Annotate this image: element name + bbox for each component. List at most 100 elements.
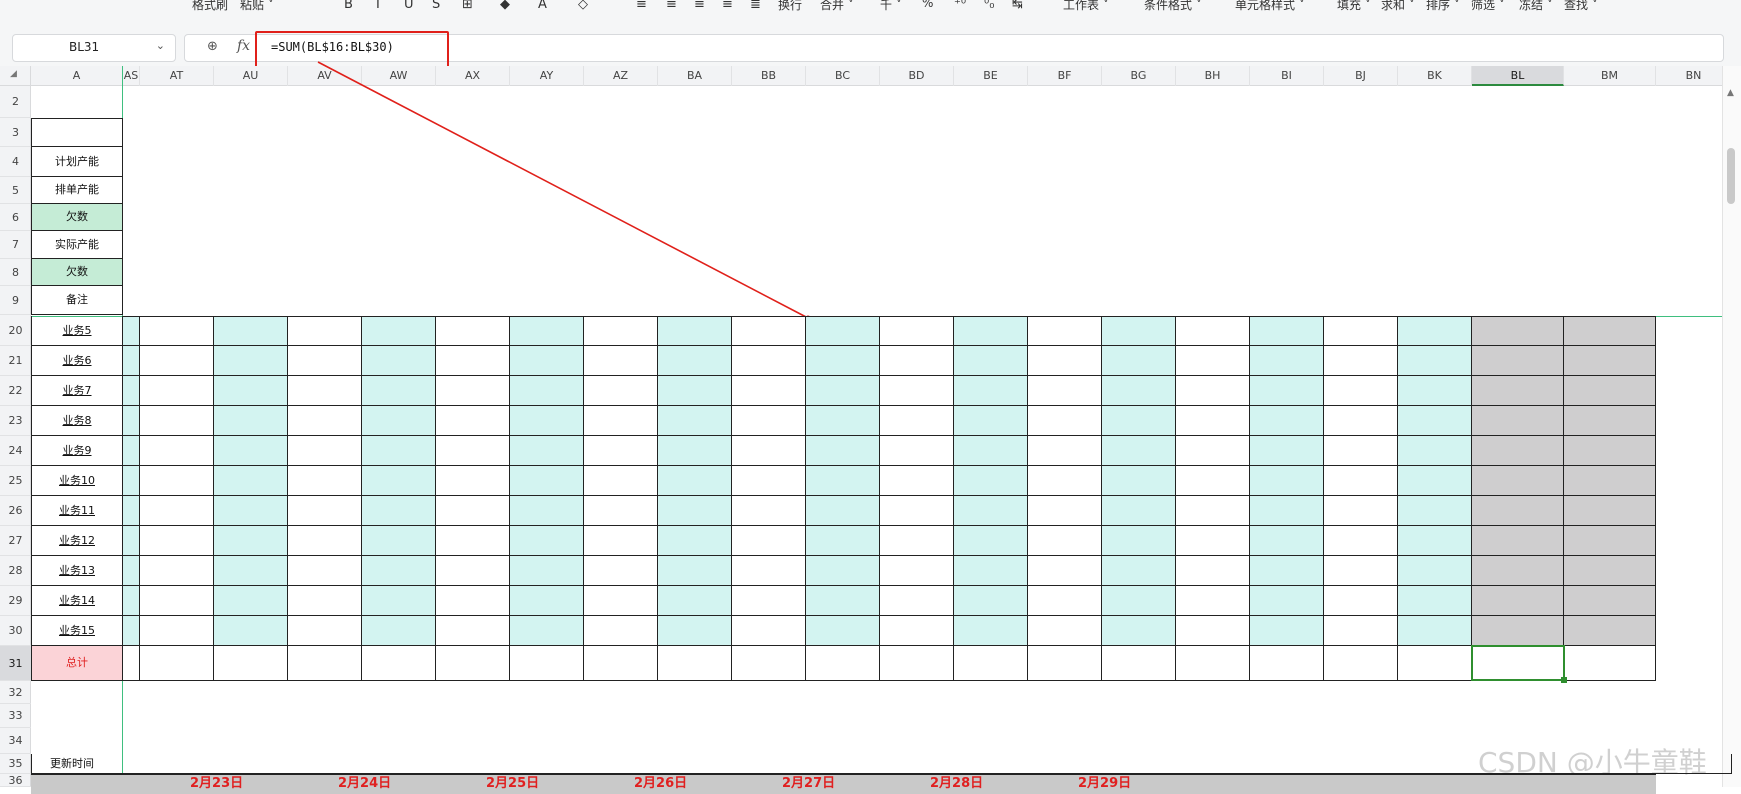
cell-BD21[interactable] <box>880 346 954 376</box>
cell-BK30[interactable] <box>1398 616 1472 646</box>
cell-BH26[interactable] <box>1176 496 1250 526</box>
cell-AZ30[interactable] <box>584 616 658 646</box>
cell-BA20[interactable] <box>658 316 732 346</box>
cell-BE30[interactable] <box>954 616 1028 646</box>
cell-BC30[interactable] <box>806 616 880 646</box>
cell-AT27[interactable] <box>140 526 214 556</box>
fill-handle[interactable] <box>1561 677 1567 683</box>
cell-AY31[interactable] <box>510 646 584 681</box>
cell-BB25[interactable] <box>732 466 806 496</box>
label-row-27[interactable]: 业务12 <box>31 526 123 556</box>
cell-BA22[interactable] <box>658 376 732 406</box>
cell-BF26[interactable] <box>1028 496 1102 526</box>
cell-AU26[interactable] <box>214 496 288 526</box>
cell-AX21[interactable] <box>436 346 510 376</box>
cell-BD26[interactable] <box>880 496 954 526</box>
cell-BK20[interactable] <box>1398 316 1472 346</box>
cell-BL23[interactable] <box>1472 406 1564 436</box>
cell-BH25[interactable] <box>1176 466 1250 496</box>
cell-AV30[interactable] <box>288 616 362 646</box>
cell-BJ29[interactable] <box>1324 586 1398 616</box>
cell-AV26[interactable] <box>288 496 362 526</box>
cell-AT26[interactable] <box>140 496 214 526</box>
label-row-21[interactable]: 业务6 <box>31 346 123 376</box>
cell-BK31[interactable] <box>1398 646 1472 681</box>
cell-BM21[interactable] <box>1564 346 1656 376</box>
cell-AX25[interactable] <box>436 466 510 496</box>
cell-AY30[interactable] <box>510 616 584 646</box>
cell-BL28[interactable] <box>1472 556 1564 586</box>
cell-BG26[interactable] <box>1102 496 1176 526</box>
cell-AY20[interactable] <box>510 316 584 346</box>
cell-BE22[interactable] <box>954 376 1028 406</box>
label-row-29[interactable]: 业务14 <box>31 586 123 616</box>
cell-AS25[interactable] <box>123 466 140 496</box>
cell-AS30[interactable] <box>123 616 140 646</box>
cell-BL29[interactable] <box>1472 586 1564 616</box>
label-row-3[interactable] <box>31 118 123 147</box>
cell-AS20[interactable] <box>123 316 140 346</box>
cell-AT20[interactable] <box>140 316 214 346</box>
cell-AV31[interactable] <box>288 646 362 681</box>
cell-BL20[interactable] <box>1472 316 1564 346</box>
cell-BC23[interactable] <box>806 406 880 436</box>
cell-BI21[interactable] <box>1250 346 1324 376</box>
cell-BG20[interactable] <box>1102 316 1176 346</box>
cell-AU20[interactable] <box>214 316 288 346</box>
cell-BE23[interactable] <box>954 406 1028 436</box>
label-row-7[interactable]: 实际产能 <box>31 231 123 259</box>
cell-AZ24[interactable] <box>584 436 658 466</box>
cell-BL30[interactable] <box>1472 616 1564 646</box>
cell-BK26[interactable] <box>1398 496 1472 526</box>
cell-BA29[interactable] <box>658 586 732 616</box>
label-row-6[interactable]: 欠数 <box>31 204 123 231</box>
cell-AS31[interactable] <box>123 646 140 681</box>
cell-AT22[interactable] <box>140 376 214 406</box>
cell-AT30[interactable] <box>140 616 214 646</box>
cell-BI22[interactable] <box>1250 376 1324 406</box>
cell-BK21[interactable] <box>1398 346 1472 376</box>
cell-BM26[interactable] <box>1564 496 1656 526</box>
cell-BA31[interactable] <box>658 646 732 681</box>
cell-BK22[interactable] <box>1398 376 1472 406</box>
label-row-8[interactable]: 欠数 <box>31 259 123 286</box>
cell-BK28[interactable] <box>1398 556 1472 586</box>
label-row-20[interactable]: 业务5 <box>31 316 123 346</box>
cell-BE25[interactable] <box>954 466 1028 496</box>
cell-AW26[interactable] <box>362 496 436 526</box>
cell-AS26[interactable] <box>123 496 140 526</box>
cell-BE28[interactable] <box>954 556 1028 586</box>
cell-BK27[interactable] <box>1398 526 1472 556</box>
cell-BL26[interactable] <box>1472 496 1564 526</box>
cell-BD28[interactable] <box>880 556 954 586</box>
cell-AX29[interactable] <box>436 586 510 616</box>
cell-BC29[interactable] <box>806 586 880 616</box>
cell-BI20[interactable] <box>1250 316 1324 346</box>
cell-AV28[interactable] <box>288 556 362 586</box>
cell-AV23[interactable] <box>288 406 362 436</box>
cell-AV21[interactable] <box>288 346 362 376</box>
cell-BI24[interactable] <box>1250 436 1324 466</box>
cell-BI30[interactable] <box>1250 616 1324 646</box>
cell-AU24[interactable] <box>214 436 288 466</box>
cell-BB29[interactable] <box>732 586 806 616</box>
cell-BM24[interactable] <box>1564 436 1656 466</box>
cell-AU29[interactable] <box>214 586 288 616</box>
cell-BI25[interactable] <box>1250 466 1324 496</box>
cell-AW22[interactable] <box>362 376 436 406</box>
cell-BF30[interactable] <box>1028 616 1102 646</box>
cell-AZ29[interactable] <box>584 586 658 616</box>
label-row-28[interactable]: 业务13 <box>31 556 123 586</box>
cell-BA21[interactable] <box>658 346 732 376</box>
cell-AT28[interactable] <box>140 556 214 586</box>
cell-BG27[interactable] <box>1102 526 1176 556</box>
cell-BI31[interactable] <box>1250 646 1324 681</box>
cell-BE24[interactable] <box>954 436 1028 466</box>
cell-BA25[interactable] <box>658 466 732 496</box>
cell-BC26[interactable] <box>806 496 880 526</box>
cell-BJ20[interactable] <box>1324 316 1398 346</box>
cell-AU23[interactable] <box>214 406 288 436</box>
cell-BK23[interactable] <box>1398 406 1472 436</box>
cell-AV24[interactable] <box>288 436 362 466</box>
cell-AS24[interactable] <box>123 436 140 466</box>
